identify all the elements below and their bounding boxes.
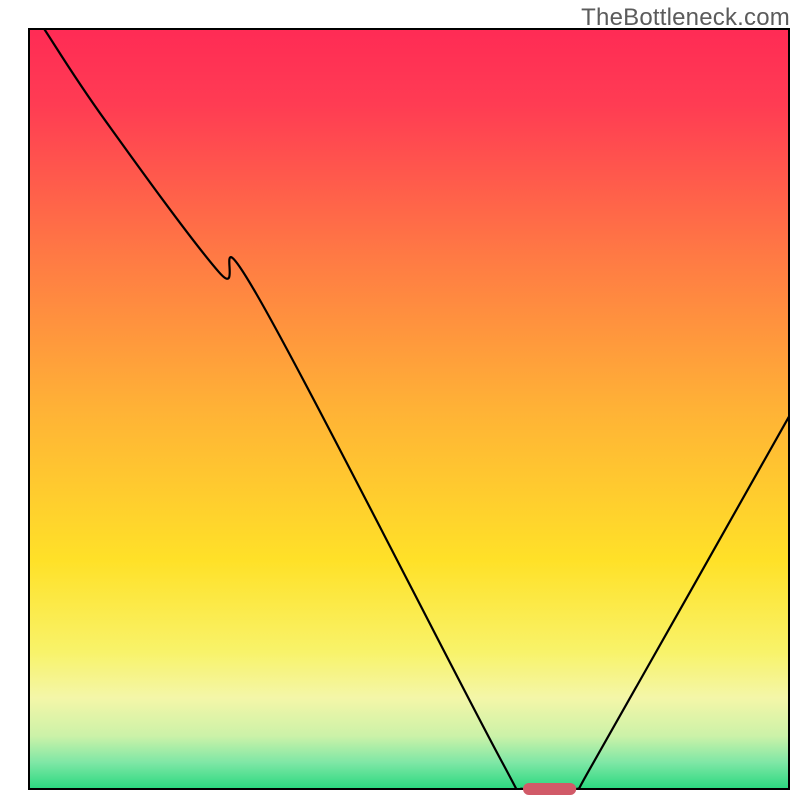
watermark-text: TheBottleneck.com bbox=[581, 4, 790, 32]
bottleneck-chart: TheBottleneck.com bbox=[0, 0, 800, 800]
chart-svg bbox=[0, 0, 800, 800]
optimal-marker bbox=[523, 783, 576, 795]
gradient-background bbox=[29, 29, 789, 789]
